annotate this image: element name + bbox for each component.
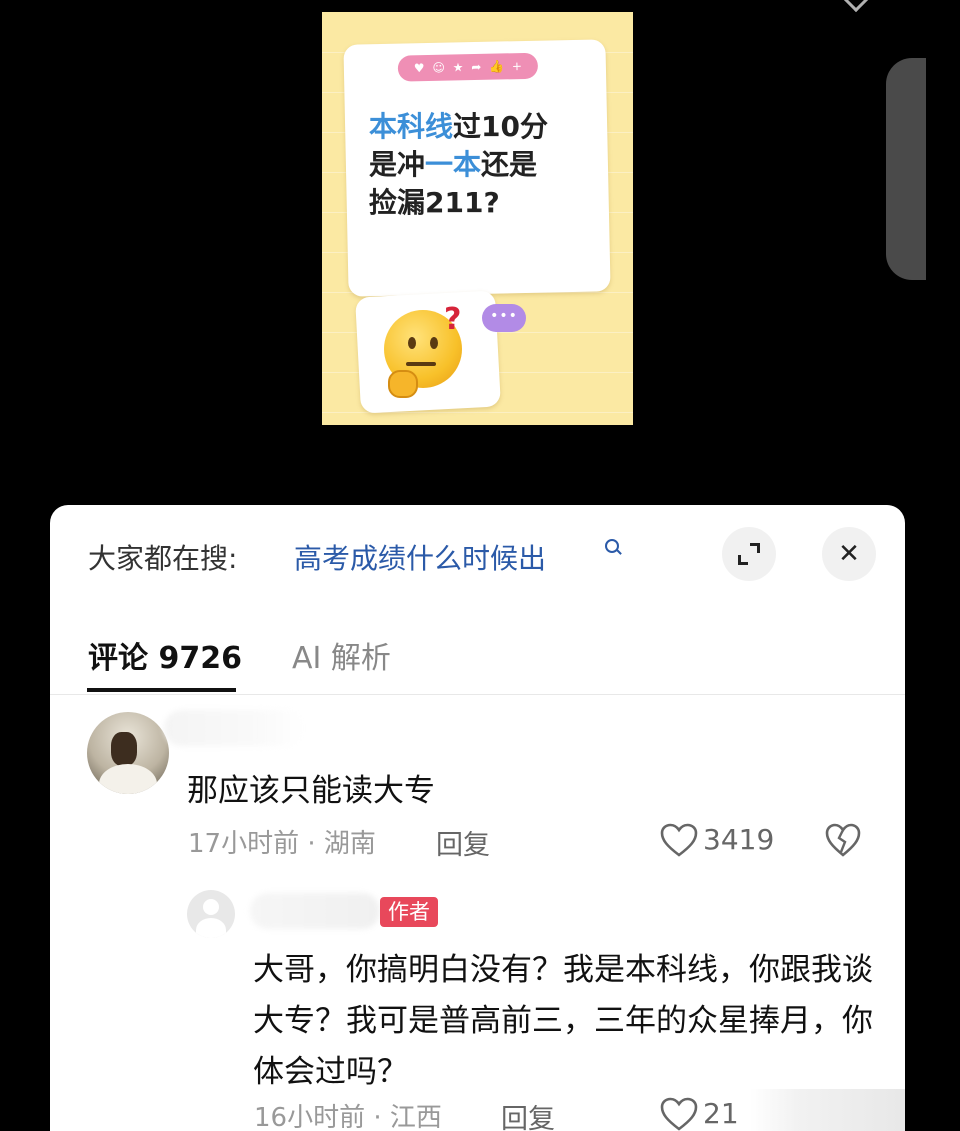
close-icon: ✕ xyxy=(838,539,860,569)
search-icon xyxy=(605,539,619,553)
poster-line3: 捡漏211? xyxy=(369,186,500,219)
poster-line1-rest: 过10分 xyxy=(453,110,548,143)
poster-line2-highlight: 一本 xyxy=(425,148,482,181)
smile-icon: ☺ xyxy=(432,60,446,75)
tab-bar: 评论 9726 AI 解析 xyxy=(50,605,905,695)
tab-active-indicator xyxy=(87,688,236,692)
share-icon: ➦ xyxy=(471,59,482,75)
star-icon: ★ xyxy=(452,60,464,75)
side-panel-handle[interactable] xyxy=(886,58,926,280)
chevron-icon xyxy=(841,0,871,13)
poster-line1-highlight: 本科线 xyxy=(369,110,454,143)
reply-button[interactable]: 回复 xyxy=(501,1097,555,1131)
post-image[interactable]: ♥ ☺ ★ ➦ 👍 + 本科线过10分 是冲一本还是 捡漏211? ? ••• xyxy=(322,12,633,425)
close-button[interactable]: ✕ xyxy=(822,527,876,581)
username-redacted xyxy=(250,893,380,929)
poster-line2-b: 还是 xyxy=(481,148,538,181)
broken-heart-icon[interactable] xyxy=(824,822,862,858)
question-mark-icon: ? xyxy=(444,302,462,337)
avatar[interactable] xyxy=(87,712,169,794)
poster-headline: 本科线过10分 是冲一本还是 捡漏211? xyxy=(369,108,589,222)
comment-sheet: 大家都在搜: 高考成绩什么时候出 ✕ 评论 9726 AI 解析 那应该只能读大… xyxy=(50,505,905,1131)
heart-outline-icon[interactable] xyxy=(659,1096,699,1131)
avatar-default[interactable] xyxy=(187,890,235,938)
comment-meta: 17小时前 · 湖南 xyxy=(188,829,376,859)
tab-ai-analysis[interactable]: AI 解析 xyxy=(292,633,391,677)
tab-comments[interactable]: 评论 9726 xyxy=(88,633,242,677)
heart-icon: ♥ xyxy=(413,61,425,76)
trending-search-link[interactable]: 高考成绩什么时候出 xyxy=(294,537,546,577)
thumbs-up-icon: 👍 xyxy=(489,59,505,74)
trending-search-bar: 大家都在搜: 高考成绩什么时候出 ✕ xyxy=(50,505,905,605)
username-redacted xyxy=(164,710,304,746)
author-badge: 作者 xyxy=(380,897,438,927)
trending-search-label: 大家都在搜: xyxy=(88,542,238,575)
reply-button[interactable]: 回复 xyxy=(436,823,490,862)
comment-text: 大哥，你搞明白没有？我是本科线，你跟我谈大专？我可是普高前三，三年的众星捧月，你… xyxy=(253,952,873,1090)
poster-line2-a: 是冲 xyxy=(369,148,426,181)
plus-icon: + xyxy=(511,59,523,74)
heart-outline-icon[interactable] xyxy=(659,822,699,858)
like-count: 21 xyxy=(703,1097,739,1130)
watermark xyxy=(750,1089,905,1131)
expand-button[interactable] xyxy=(722,527,776,581)
chat-bubble-icon: ••• xyxy=(482,304,526,332)
expand-icon xyxy=(738,543,760,565)
like-count: 3419 xyxy=(703,823,775,856)
comment-meta: 16小时前 · 江西 xyxy=(254,1103,442,1131)
poster-reaction-bar: ♥ ☺ ★ ➦ 👍 + xyxy=(397,52,539,82)
comment-text: 那应该只能读大专 xyxy=(187,773,435,809)
media-area[interactable]: ♥ ☺ ★ ➦ 👍 + 本科线过10分 是冲一本还是 捡漏211? ? ••• xyxy=(0,0,960,505)
hand-icon xyxy=(388,370,418,398)
